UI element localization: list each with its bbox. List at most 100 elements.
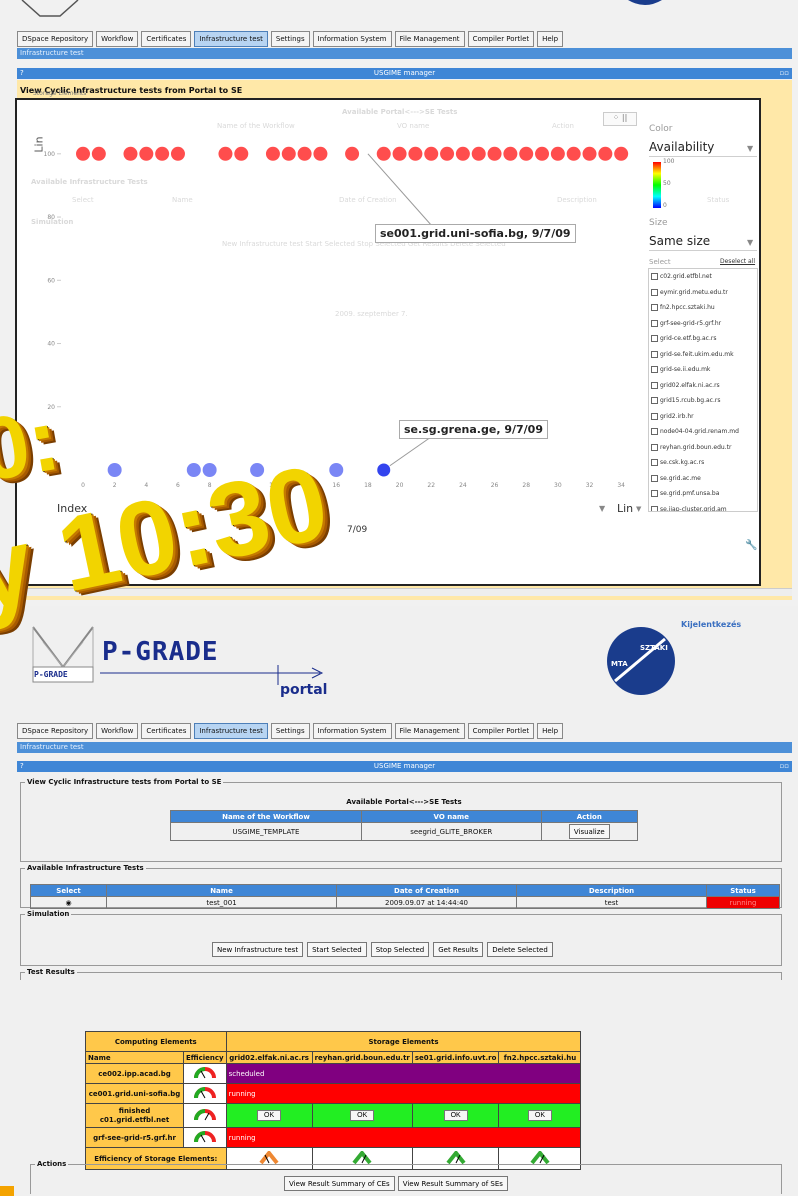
tab-file-management[interactable]: File Management [394, 723, 465, 739]
data-point[interactable] [424, 146, 439, 161]
help-icon[interactable]: ? [20, 761, 24, 772]
data-point[interactable] [345, 146, 360, 161]
tab-dspace[interactable]: DSpace Repository [17, 31, 94, 47]
delete-selected-button[interactable]: Delete Selected [487, 942, 553, 957]
window-controls-icon[interactable]: ▫▫ [780, 761, 790, 772]
help-icon[interactable]: ? [20, 68, 24, 79]
window-controls-icon[interactable]: ▫▫ [780, 68, 790, 79]
se-list-item[interactable]: grid-se.ii.edu.mk [649, 362, 757, 378]
x-scale-arrow-icon[interactable]: ▼ [599, 504, 605, 513]
checkbox-icon[interactable] [651, 381, 658, 389]
tab-settings[interactable]: Settings [270, 723, 310, 739]
select-radio-icon[interactable]: ◉ [65, 899, 71, 907]
logout-link[interactable]: Kijelentkezés [681, 620, 741, 629]
data-point[interactable] [392, 146, 407, 161]
checkbox-icon[interactable] [651, 335, 658, 343]
new-infrastructure-test-button[interactable]: New Infrastructure test [212, 942, 304, 957]
tab-workflow[interactable]: Workflow [96, 31, 139, 47]
get-results-button[interactable]: Get Results [433, 942, 484, 957]
se-list-item[interactable]: grid-ce.etf.bg.ac.rs [649, 331, 757, 347]
se-list-item[interactable]: se.csk.kg.ac.rs [649, 455, 757, 471]
checkbox-icon[interactable] [651, 319, 658, 327]
se-list-item[interactable]: grid02.elfak.ni.ac.rs [649, 378, 757, 394]
se-select-list[interactable]: c02.grid.etfbl.net eymir.grid.metu.edu.tr… [648, 268, 758, 512]
data-point[interactable] [614, 146, 629, 161]
deselect-all-link[interactable]: Deselect all [720, 258, 755, 265]
data-point[interactable] [582, 146, 597, 161]
data-point[interactable] [155, 146, 170, 161]
ok-button[interactable]: OK [350, 1110, 375, 1121]
tab-compiler-portlet[interactable]: Compiler Portlet [467, 31, 535, 47]
view-se-summary-button[interactable]: View Result Summary of SEs [397, 1176, 508, 1191]
tab-information-system[interactable]: Information System [312, 31, 392, 47]
tab-file-management[interactable]: File Management [394, 31, 465, 47]
data-point[interactable] [313, 146, 328, 161]
ok-button[interactable]: OK [257, 1110, 282, 1121]
checkbox-icon[interactable] [651, 459, 658, 467]
checkbox-icon[interactable] [651, 288, 658, 296]
visualize-button[interactable]: Visualize [568, 824, 610, 839]
size-select[interactable]: Same size [649, 234, 710, 248]
checkbox-icon[interactable] [651, 474, 658, 482]
se-list-item[interactable]: grf-see-grid-r5.grf.hr [649, 316, 757, 332]
checkbox-icon[interactable] [651, 490, 658, 498]
checkbox-icon[interactable] [651, 366, 658, 374]
data-point[interactable] [455, 146, 470, 161]
checkbox-icon[interactable] [651, 397, 658, 405]
se-list-item[interactable]: reyhan.grid.boun.edu.tr [649, 440, 757, 456]
ok-button[interactable]: OK [443, 1110, 468, 1121]
se-list-item[interactable]: c02.grid.etfbl.net [649, 269, 757, 285]
data-point[interactable] [107, 463, 122, 477]
data-point[interactable] [376, 462, 392, 478]
size-chevron-icon[interactable]: ▼ [747, 238, 753, 247]
tab-certificates[interactable]: Certificates [141, 723, 192, 739]
tab-help[interactable]: Help [537, 723, 564, 739]
tab-infrastructure-test[interactable]: Infrastructure test [194, 723, 268, 739]
data-point[interactable] [281, 146, 296, 161]
se-list-item[interactable]: fn2.hpcc.sztaki.hu [649, 300, 757, 316]
data-point[interactable] [218, 146, 233, 161]
x-scale-select[interactable]: Lin [617, 502, 633, 515]
wrench-icon[interactable]: 🔧 [745, 540, 757, 551]
checkbox-icon[interactable] [651, 412, 658, 420]
tab-infrastructure-test[interactable]: Infrastructure test [194, 31, 268, 47]
data-point[interactable] [297, 146, 312, 161]
color-select[interactable]: Availability [649, 140, 714, 154]
tab-certificates[interactable]: Certificates [141, 31, 192, 47]
data-point[interactable] [519, 146, 534, 161]
data-point[interactable] [503, 146, 518, 161]
data-point[interactable] [123, 146, 138, 161]
y-scale-label[interactable]: Lin [33, 136, 46, 152]
data-point[interactable] [487, 146, 502, 161]
tab-help[interactable]: Help [537, 31, 564, 47]
data-point[interactable] [408, 146, 423, 161]
checkbox-icon[interactable] [651, 443, 658, 451]
data-point[interactable] [376, 146, 391, 161]
stop-selected-button[interactable]: Stop Selected [370, 942, 430, 957]
checkbox-icon[interactable] [651, 304, 658, 312]
tab-information-system[interactable]: Information System [312, 723, 392, 739]
start-selected-button[interactable]: Start Selected [307, 942, 367, 957]
tab-dspace[interactable]: DSpace Repository [17, 723, 94, 739]
checkbox-icon[interactable] [651, 273, 658, 281]
view-ce-summary-button[interactable]: View Result Summary of CEs [284, 1176, 395, 1191]
checkbox-icon[interactable] [651, 505, 658, 511]
se-list-item[interactable]: grid-se.feit.ukim.edu.mk [649, 347, 757, 363]
se-list-item[interactable]: se.iiap-cluster.grid.am [649, 502, 757, 511]
data-point[interactable] [598, 146, 613, 161]
chart-type-toggle-icon[interactable]: ⁘ || [603, 112, 637, 126]
tab-compiler-portlet[interactable]: Compiler Portlet [467, 723, 535, 739]
data-point[interactable] [234, 146, 249, 161]
data-point[interactable] [139, 146, 154, 161]
data-point[interactable] [91, 146, 106, 161]
tab-workflow[interactable]: Workflow [96, 723, 139, 739]
scatter-plot[interactable]: 0 2 4 6 8 10 12 14 16 18 20 22 24 26 28 30 32 34204060801… [17, 100, 657, 530]
se-list-item[interactable]: grid15.rcub.bg.ac.rs [649, 393, 757, 409]
data-point[interactable] [329, 463, 344, 477]
checkbox-icon[interactable] [651, 428, 658, 436]
data-point[interactable] [471, 146, 486, 161]
se-list-item[interactable]: node04-04.grid.renam.md [649, 424, 757, 440]
data-point[interactable] [170, 146, 185, 161]
color-chevron-icon[interactable]: ▼ [747, 144, 753, 153]
data-point[interactable] [535, 146, 550, 161]
